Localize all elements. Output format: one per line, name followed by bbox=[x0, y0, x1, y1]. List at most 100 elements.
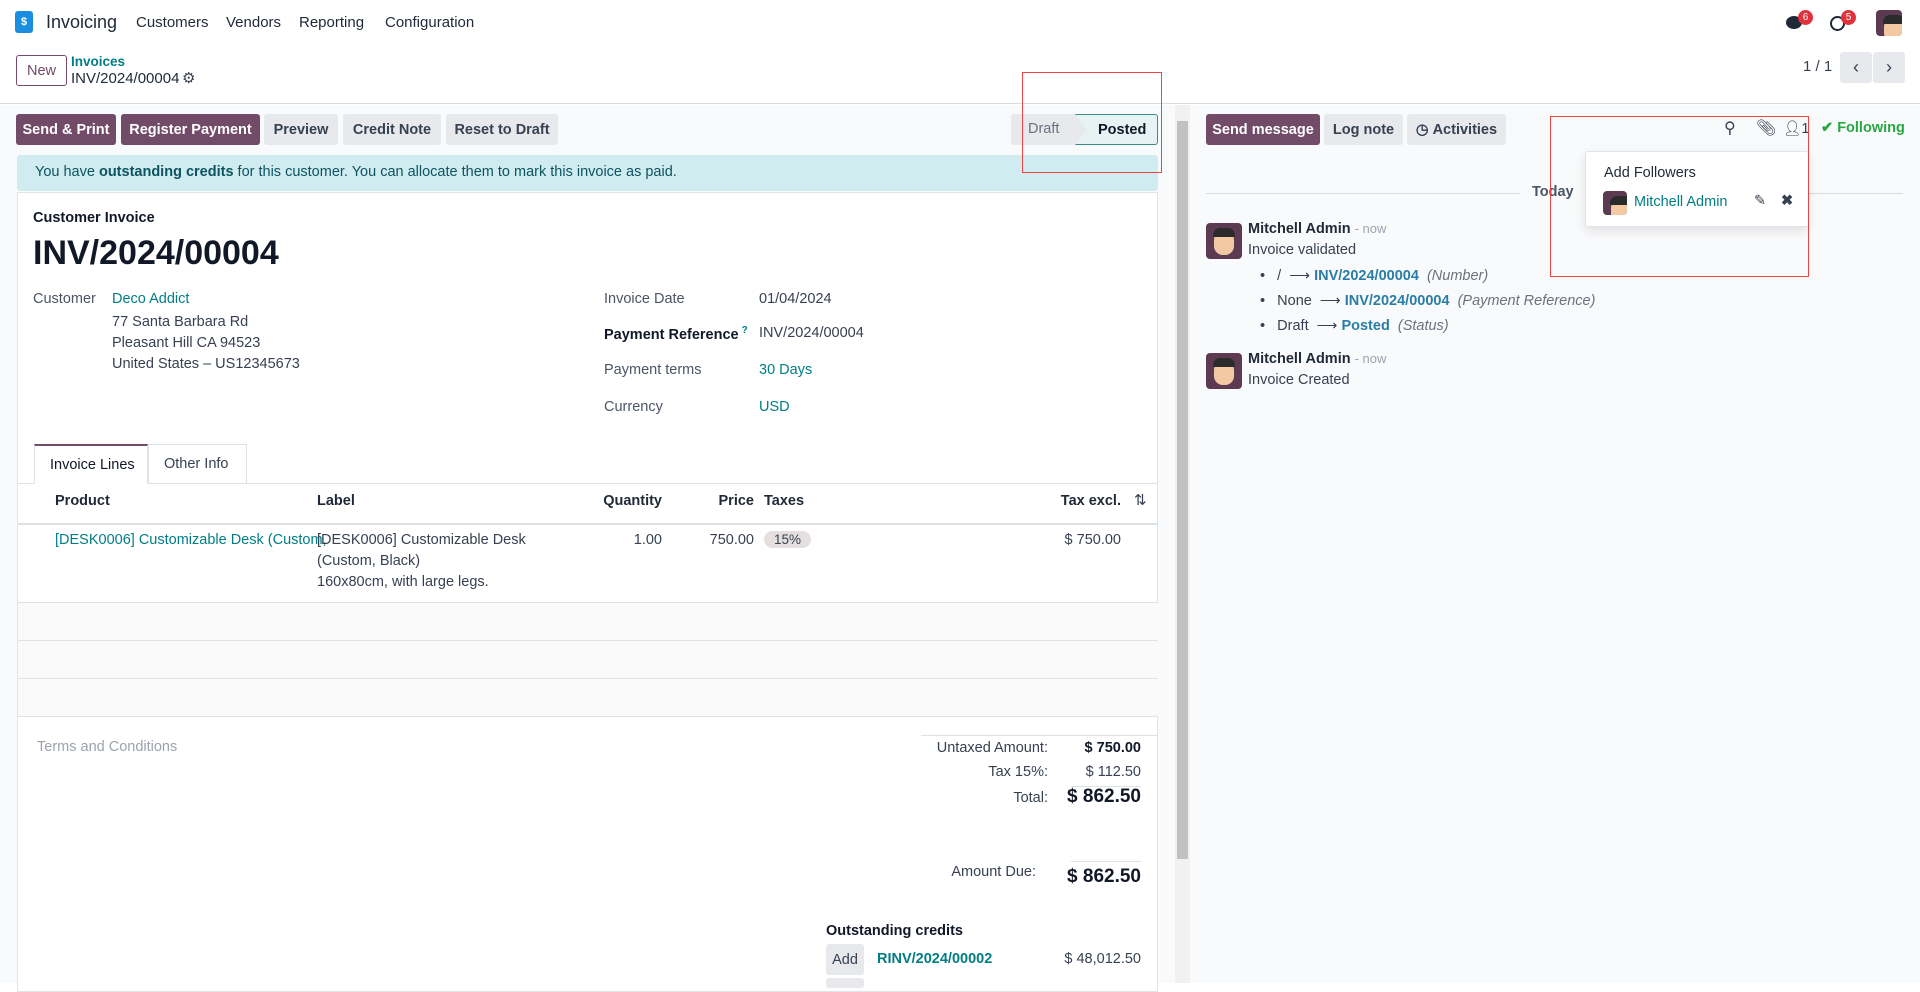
following-button[interactable]: ✔ Following bbox=[1821, 120, 1905, 136]
author-avatar[interactable] bbox=[1206, 223, 1242, 259]
address-line: United States – US12345673 bbox=[112, 356, 300, 372]
untaxed-value: $ 750.00 bbox=[1084, 740, 1141, 756]
tracking-list: • / ⟶ INV/2024/00004 (Number) • None ⟶ I… bbox=[1260, 264, 1595, 339]
amount-due-value: $ 862.50 bbox=[1067, 866, 1141, 887]
col-taxes[interactable]: Taxes bbox=[764, 493, 804, 509]
activities-button[interactable]: 5 bbox=[1830, 10, 1856, 34]
help-tooltip-icon[interactable]: ? bbox=[742, 325, 748, 336]
col-price[interactable]: Price bbox=[674, 493, 754, 509]
field-name: (Number) bbox=[1426, 268, 1489, 284]
customer-link[interactable]: Deco Addict bbox=[112, 291, 189, 307]
add-followers-item[interactable]: Add Followers bbox=[1604, 165, 1696, 181]
menu-vendors[interactable]: Vendors bbox=[226, 14, 281, 31]
user-avatar[interactable] bbox=[1876, 10, 1902, 36]
message-time: - now bbox=[1354, 351, 1387, 366]
message-body: Invoice validated bbox=[1248, 242, 1357, 258]
message-body: Invoice Created bbox=[1248, 372, 1350, 388]
tab-invoice-lines[interactable]: Invoice Lines bbox=[34, 444, 148, 484]
author-avatar[interactable] bbox=[1206, 353, 1242, 389]
line-label: 160x80cm, with large legs. bbox=[317, 574, 489, 590]
control-panel: New Invoices INV/2024/00004 ⚙ 1 / 1 ‹ › bbox=[0, 46, 1920, 104]
register-payment-button[interactable]: Register Payment bbox=[121, 114, 260, 145]
row-divider bbox=[18, 716, 1158, 717]
address-line: 77 Santa Barbara Rd bbox=[112, 314, 249, 330]
invoice-date-label: Invoice Date bbox=[604, 291, 685, 307]
menu-configuration[interactable]: Configuration bbox=[385, 14, 474, 31]
log-note-button[interactable]: Log note bbox=[1324, 114, 1403, 145]
status-posted-label: Posted bbox=[1098, 122, 1147, 138]
add-credit-button-2[interactable] bbox=[826, 978, 864, 988]
invoice-date-field[interactable]: 01/04/2024 bbox=[759, 291, 832, 307]
payment-reference-field[interactable]: INV/2024/00004 bbox=[759, 325, 864, 341]
send-message-button[interactable]: Send message bbox=[1206, 114, 1320, 145]
preview-button[interactable]: Preview bbox=[264, 114, 338, 145]
activities-button[interactable]: ◷ Activities bbox=[1407, 114, 1506, 145]
message-time: - now bbox=[1354, 221, 1387, 236]
tab-other-info[interactable]: Other Info bbox=[148, 444, 247, 483]
payment-reference-label: Payment Reference? bbox=[604, 325, 748, 343]
col-label[interactable]: Label bbox=[317, 493, 355, 509]
tracking-item: • Draft ⟶ Posted (Status) bbox=[1260, 318, 1449, 334]
credit-note-button[interactable]: Credit Note bbox=[343, 114, 441, 145]
invoicing-app-icon[interactable]: $ bbox=[15, 11, 33, 33]
pager-value[interactable]: 1 / 1 bbox=[1803, 58, 1832, 75]
customer-label: Customer bbox=[33, 291, 96, 307]
payment-terms-link[interactable]: 30 Days bbox=[759, 362, 812, 378]
currency-label: Currency bbox=[604, 399, 663, 415]
field-name: (Payment Reference) bbox=[1457, 293, 1596, 309]
menu-reporting[interactable]: Reporting bbox=[299, 14, 364, 31]
row-divider bbox=[18, 640, 1158, 641]
edit-pencil-icon[interactable]: ✎ bbox=[1754, 193, 1766, 209]
follower-name-link[interactable]: Mitchell Admin bbox=[1634, 194, 1727, 210]
untaxed-label: Untaxed Amount: bbox=[936, 740, 1048, 756]
new-button[interactable]: New bbox=[16, 55, 67, 86]
tax-value: $ 112.50 bbox=[1085, 764, 1141, 780]
clock-icon: ◷ bbox=[1415, 121, 1429, 138]
author-name[interactable]: Mitchell Admin bbox=[1248, 351, 1351, 367]
messages-badge: 6 bbox=[1798, 10, 1813, 25]
reset-to-draft-button[interactable]: Reset to Draft bbox=[446, 114, 558, 145]
gear-icon[interactable]: ⚙ bbox=[182, 69, 195, 87]
old-value: None bbox=[1277, 293, 1312, 309]
scrollbar[interactable] bbox=[1175, 105, 1190, 983]
author-name[interactable]: Mitchell Admin bbox=[1248, 221, 1351, 237]
totals-top-divider bbox=[921, 735, 1158, 736]
credit-ref-link[interactable]: RINV/2024/00002 bbox=[877, 951, 992, 967]
followers-count: 1 bbox=[1801, 121, 1810, 137]
tracking-item: • / ⟶ INV/2024/00004 (Number) bbox=[1260, 268, 1489, 284]
old-value: / bbox=[1277, 268, 1282, 284]
add-credit-button[interactable]: Add bbox=[826, 944, 864, 975]
breadcrumb-invoices[interactable]: Invoices bbox=[71, 54, 125, 69]
remove-follower-icon[interactable]: ✖ bbox=[1781, 193, 1793, 209]
line-price: 750.00 bbox=[709, 532, 754, 548]
terms-conditions-input[interactable]: Terms and Conditions bbox=[37, 739, 177, 755]
paperclip-icon[interactable]: 📎︎ bbox=[1756, 118, 1776, 138]
new-value: Posted bbox=[1341, 318, 1390, 334]
payment-terms-label: Payment terms bbox=[604, 362, 702, 378]
pager-next-button[interactable]: › bbox=[1873, 52, 1905, 83]
status-posted[interactable]: Posted bbox=[1075, 114, 1158, 145]
messages-button[interactable]: 6 bbox=[1786, 10, 1813, 34]
breadcrumb-current: INV/2024/00004 bbox=[71, 70, 180, 87]
today-label: Today bbox=[1520, 184, 1586, 200]
outstanding-credits-alert: You have outstanding credits for this cu… bbox=[17, 155, 1158, 191]
row-divider bbox=[18, 678, 1158, 679]
invoice-type: Customer Invoice bbox=[33, 210, 155, 226]
menu-customers[interactable]: Customers bbox=[136, 14, 209, 31]
app-title[interactable]: Invoicing bbox=[46, 12, 117, 33]
pager-prev-button[interactable]: ‹ bbox=[1840, 52, 1872, 83]
activities-badge: 5 bbox=[1841, 10, 1856, 25]
message-header: Mitchell Admin - now bbox=[1248, 351, 1386, 367]
col-tax-excl[interactable]: Tax excl. bbox=[1000, 493, 1121, 509]
followers-button[interactable]: 👤︎1 bbox=[1783, 120, 1810, 137]
product-link[interactable]: [DESK0006] Customizable Desk (Custom, bbox=[55, 532, 327, 548]
column-settings-icon[interactable]: ⇅ bbox=[1134, 491, 1147, 509]
currency-link[interactable]: USD bbox=[759, 399, 790, 415]
send-print-button[interactable]: Send & Print bbox=[16, 114, 116, 145]
search-icon[interactable]: ⚲ bbox=[1724, 118, 1736, 138]
line-label: (Custom, Black) bbox=[317, 553, 421, 569]
col-product[interactable]: Product bbox=[55, 493, 110, 509]
col-quantity[interactable]: Quantity bbox=[562, 493, 662, 509]
status-draft-label: Draft bbox=[1028, 121, 1060, 137]
scrollbar-thumb[interactable] bbox=[1177, 121, 1188, 859]
